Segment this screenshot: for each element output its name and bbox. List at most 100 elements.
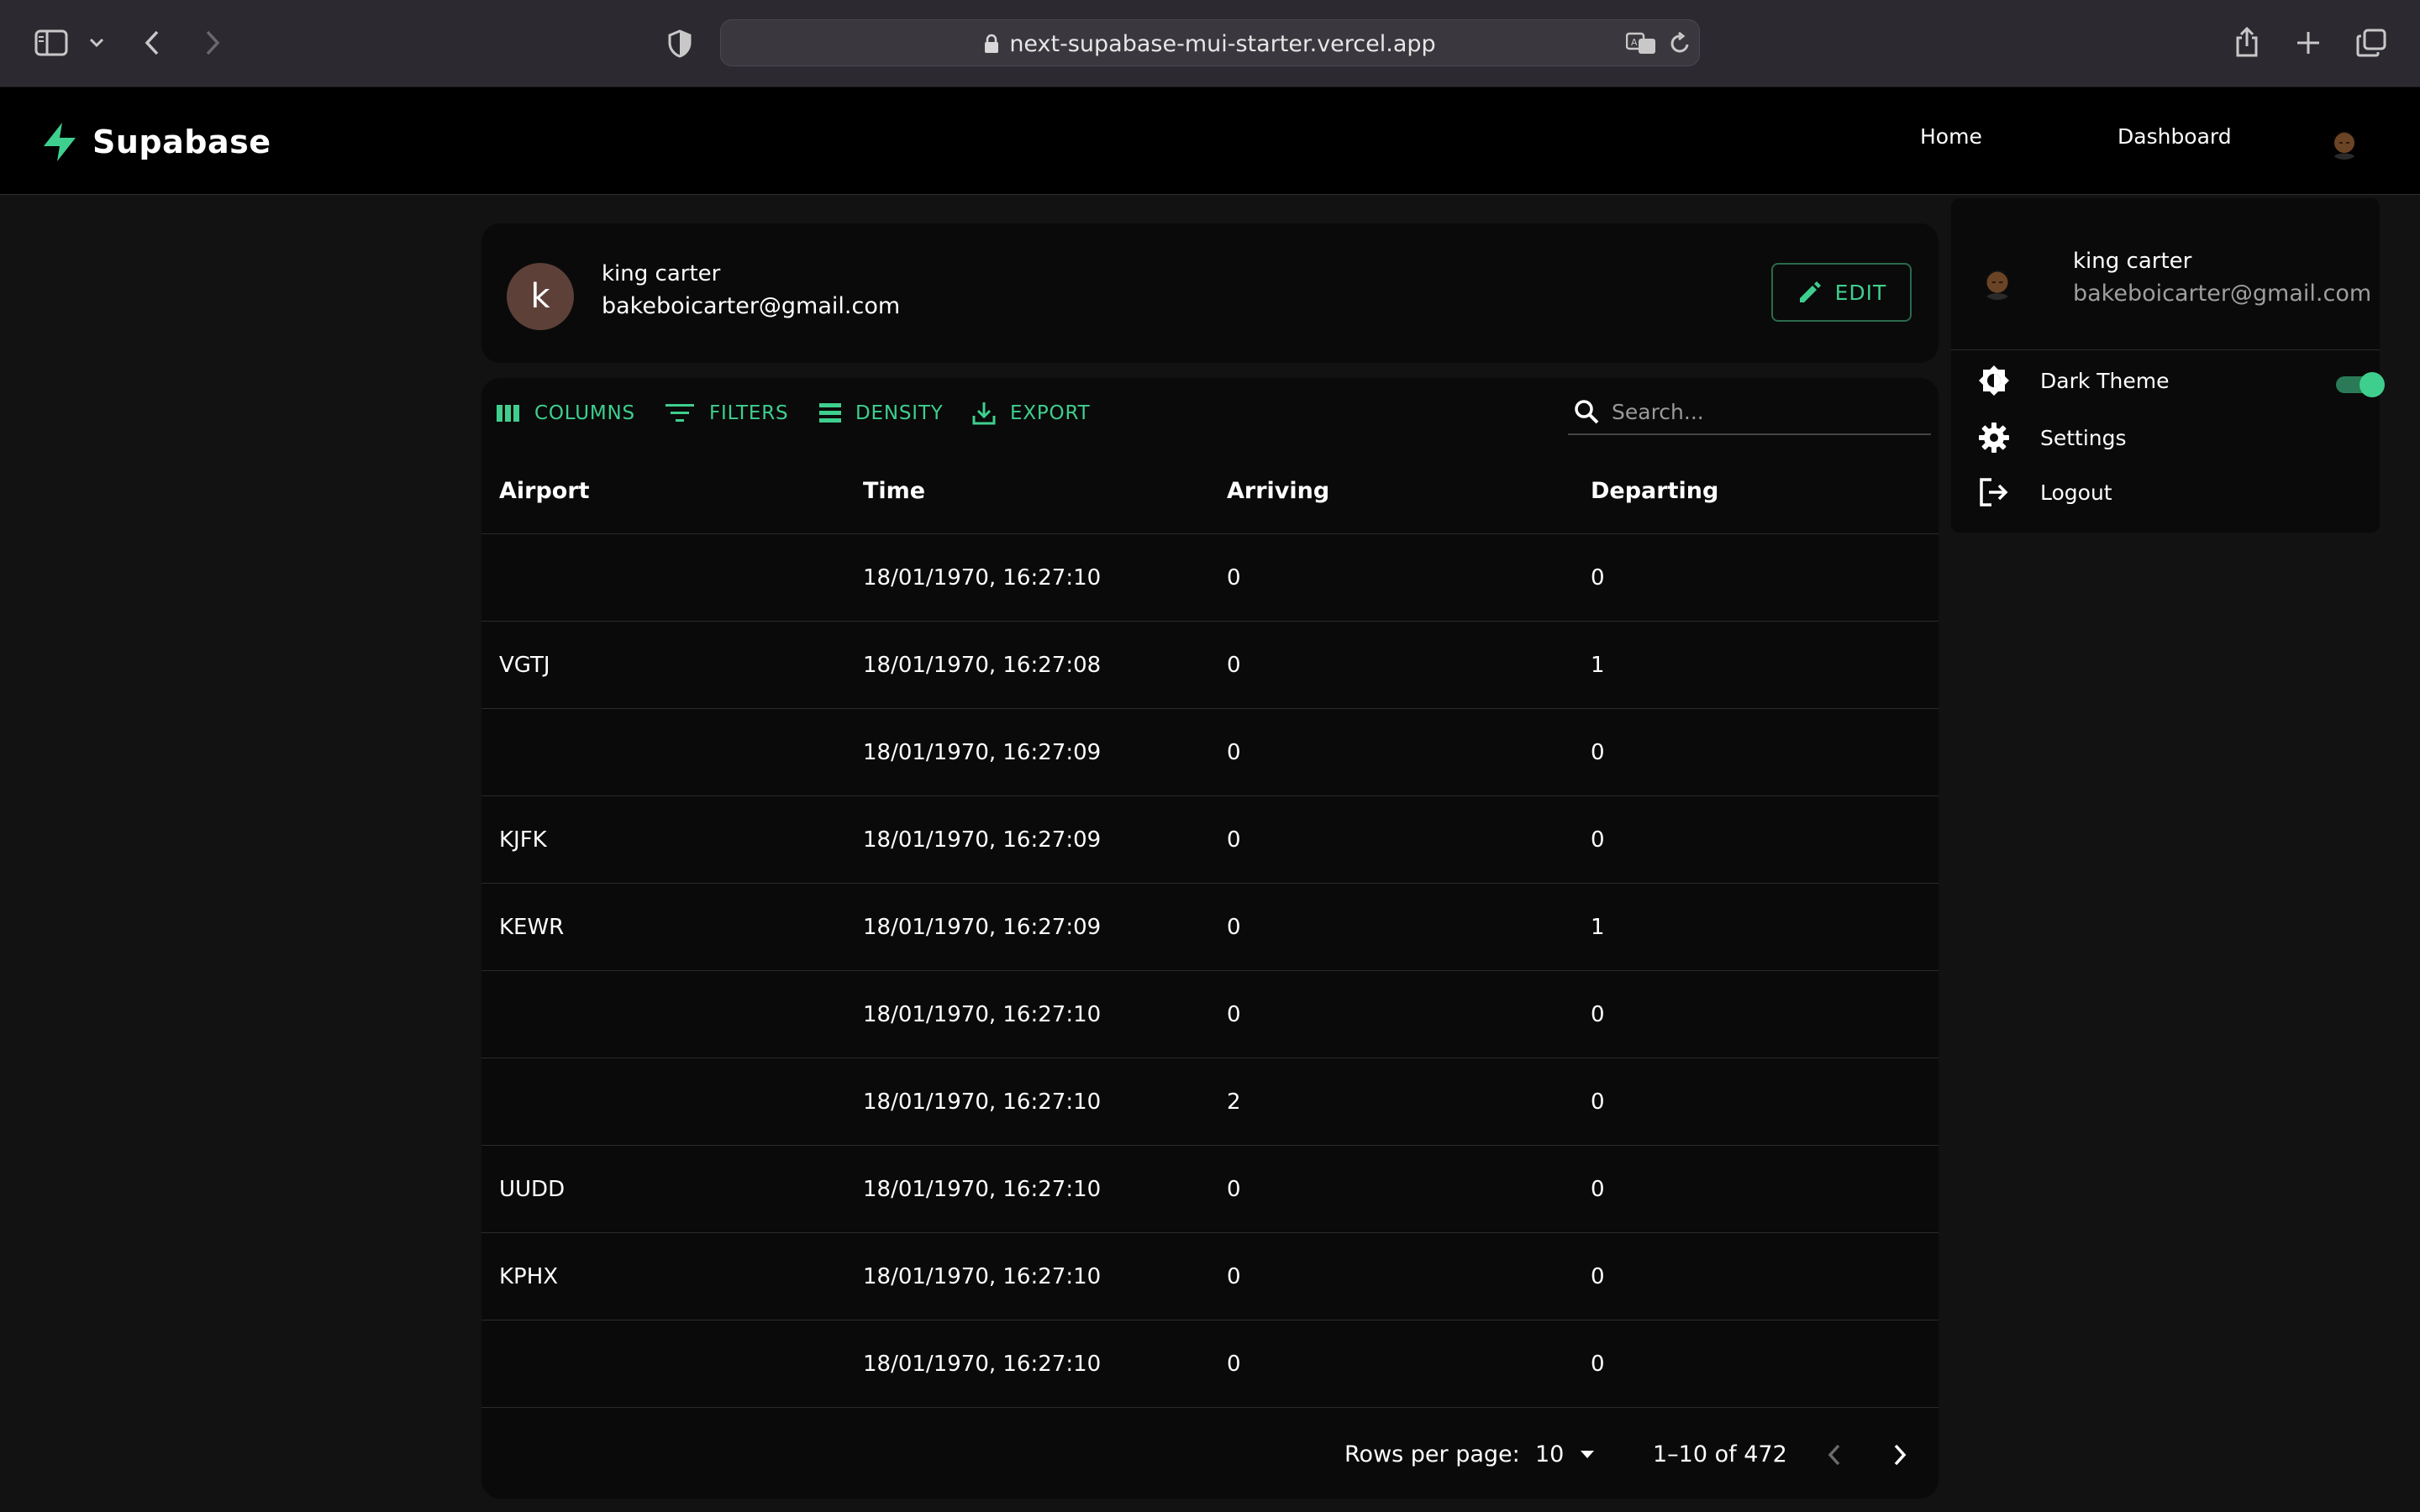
- reload-icon[interactable]: [1667, 30, 1694, 57]
- menu-item-dark-theme[interactable]: Dark Theme: [1978, 355, 2385, 406]
- cell-time: 18/01/1970, 16:27:10: [863, 1264, 1102, 1289]
- cell-departing: 0: [1591, 1352, 1605, 1377]
- export-button[interactable]: EXPORT: [971, 399, 1090, 428]
- profile-avatar: k: [507, 263, 574, 330]
- menu-item-logout[interactable]: Logout: [1978, 467, 2365, 517]
- cell-arriving: 0: [1227, 1177, 1241, 1202]
- table-header-row: Airport Time Arriving Departing: [481, 447, 1939, 534]
- table-row[interactable]: KEWR 18/01/1970, 16:27:09 0 1: [481, 884, 1939, 971]
- brightness-icon: [1979, 365, 2009, 396]
- cell-arriving: 0: [1227, 1002, 1241, 1027]
- table-row[interactable]: VGTJ 18/01/1970, 16:27:08 0 1: [481, 622, 1939, 709]
- menu-item-settings[interactable]: Settings: [1978, 412, 2365, 463]
- svg-text:A: A: [1631, 37, 1638, 48]
- cell-time: 18/01/1970, 16:27:08: [863, 653, 1102, 678]
- cell-arriving: 0: [1227, 1352, 1241, 1377]
- caret-down-icon: [1581, 1451, 1595, 1458]
- cell-time: 18/01/1970, 16:27:10: [863, 1002, 1102, 1027]
- dark-theme-toggle[interactable]: [2336, 372, 2385, 397]
- cell-departing: 0: [1591, 827, 1605, 853]
- table-row[interactable]: KJFK 18/01/1970, 16:27:09 0 0: [481, 796, 1939, 884]
- table-row[interactable]: 18/01/1970, 16:27:10 0 0: [481, 534, 1939, 622]
- cell-arriving: 0: [1227, 740, 1241, 765]
- pagination-range: 1–10 of 472: [1653, 1441, 1787, 1467]
- cell-departing: 1: [1591, 653, 1605, 678]
- rows-per-page-select[interactable]: 10: [1535, 1410, 1596, 1499]
- next-page-button[interactable]: [1883, 1438, 1917, 1472]
- columns-button[interactable]: COLUMNS: [496, 399, 635, 428]
- density-label: DENSITY: [855, 402, 944, 424]
- column-header-departing[interactable]: Departing: [1591, 447, 1718, 534]
- profile-card: k king carter bakeboicarter@gmail.com ED…: [481, 223, 1939, 363]
- address-bar[interactable]: next-supabase-mui-starter.vercel.app A: [720, 19, 1700, 66]
- dark-theme-label: Dark Theme: [2040, 368, 2170, 393]
- nav-home-link[interactable]: Home: [1920, 124, 1982, 149]
- cell-airport: KEWR: [499, 915, 565, 940]
- logout-icon: [1980, 478, 2008, 507]
- column-header-arriving[interactable]: Arriving: [1227, 447, 1329, 534]
- search-icon: [1575, 400, 1599, 424]
- cell-airport: KJFK: [499, 827, 547, 853]
- share-icon[interactable]: [2232, 25, 2262, 59]
- cell-arriving: 0: [1227, 653, 1241, 678]
- menu-avatar: [1978, 261, 2017, 300]
- toggle-thumb: [2360, 372, 2385, 397]
- filters-button[interactable]: FILTERS: [664, 399, 788, 428]
- filters-label: FILTERS: [709, 402, 789, 424]
- search-input[interactable]: [1612, 399, 1914, 424]
- translate-icon[interactable]: A: [1625, 30, 1659, 57]
- user-avatar-icon: [1978, 261, 2017, 300]
- cell-airport: UUDD: [499, 1177, 566, 1202]
- grid-toolbar: COLUMNS FILTERS DENSITY EXPORT: [481, 378, 1939, 447]
- cell-arriving: 0: [1227, 915, 1241, 940]
- column-header-time[interactable]: Time: [863, 447, 925, 534]
- column-header-airport[interactable]: Airport: [499, 447, 590, 534]
- grid-pagination: Rows per page: 10 1–10 of 472: [481, 1410, 1939, 1499]
- account-avatar[interactable]: [2326, 123, 2363, 160]
- table-row[interactable]: 18/01/1970, 16:27:10 2 0: [481, 1058, 1939, 1146]
- settings-label: Settings: [2040, 425, 2127, 450]
- cell-arriving: 0: [1227, 827, 1241, 853]
- chevron-right-icon: [1894, 1444, 1907, 1466]
- cell-time: 18/01/1970, 16:27:09: [863, 827, 1102, 853]
- nav-dashboard-link[interactable]: Dashboard: [2118, 124, 2232, 149]
- edit-profile-button[interactable]: EDIT: [1771, 263, 1912, 322]
- cell-departing: 0: [1591, 1264, 1605, 1289]
- new-tab-icon[interactable]: [2292, 27, 2324, 59]
- rows-per-page-value: 10: [1535, 1441, 1565, 1467]
- sidebar-toggle-icon[interactable]: [32, 27, 71, 59]
- menu-user-email: bakeboicarter@gmail.com: [2073, 281, 2372, 307]
- flights-data-grid: COLUMNS FILTERS DENSITY EXPORT Airport T…: [481, 378, 1939, 1499]
- table-row[interactable]: 18/01/1970, 16:27:09 0 0: [481, 709, 1939, 796]
- cell-departing: 0: [1591, 1089, 1605, 1115]
- logout-label: Logout: [2040, 480, 2112, 505]
- download-icon: [972, 402, 996, 425]
- menu-user-name: king carter: [2073, 249, 2192, 274]
- tab-overview-icon[interactable]: [2354, 27, 2388, 59]
- cell-time: 18/01/1970, 16:27:10: [863, 1352, 1102, 1377]
- chevron-left-icon: [1828, 1444, 1840, 1466]
- lock-icon: [985, 34, 999, 53]
- url-text: next-supabase-mui-starter.vercel.app: [1009, 30, 1436, 57]
- brand-link[interactable]: Supabase: [39, 113, 271, 171]
- density-button[interactable]: DENSITY: [818, 399, 944, 428]
- cell-airport: KPHX: [499, 1264, 559, 1289]
- cell-departing: 1: [1591, 915, 1605, 940]
- profile-name: king carter: [602, 261, 721, 286]
- privacy-shield-icon[interactable]: [666, 29, 693, 59]
- account-menu: king carter bakeboicarter@gmail.com Dark…: [1951, 198, 2385, 533]
- previous-page-button[interactable]: [1818, 1438, 1851, 1472]
- table-row[interactable]: 18/01/1970, 16:27:10 0 0: [481, 1320, 1939, 1408]
- cell-time: 18/01/1970, 16:27:10: [863, 1089, 1102, 1115]
- cell-arriving: 0: [1227, 565, 1241, 591]
- cell-arriving: 2: [1227, 1089, 1241, 1115]
- table-row[interactable]: 18/01/1970, 16:27:10 0 0: [481, 971, 1939, 1058]
- columns-label: COLUMNS: [534, 402, 635, 424]
- back-icon[interactable]: [139, 27, 165, 59]
- rows-per-page-label: Rows per page:: [1344, 1441, 1520, 1467]
- cell-arriving: 0: [1227, 1264, 1241, 1289]
- table-row[interactable]: KPHX 18/01/1970, 16:27:10 0 0: [481, 1233, 1939, 1320]
- chevron-down-icon[interactable]: [86, 32, 108, 54]
- forward-icon[interactable]: [200, 27, 225, 59]
- table-row[interactable]: UUDD 18/01/1970, 16:27:10 0 0: [481, 1146, 1939, 1233]
